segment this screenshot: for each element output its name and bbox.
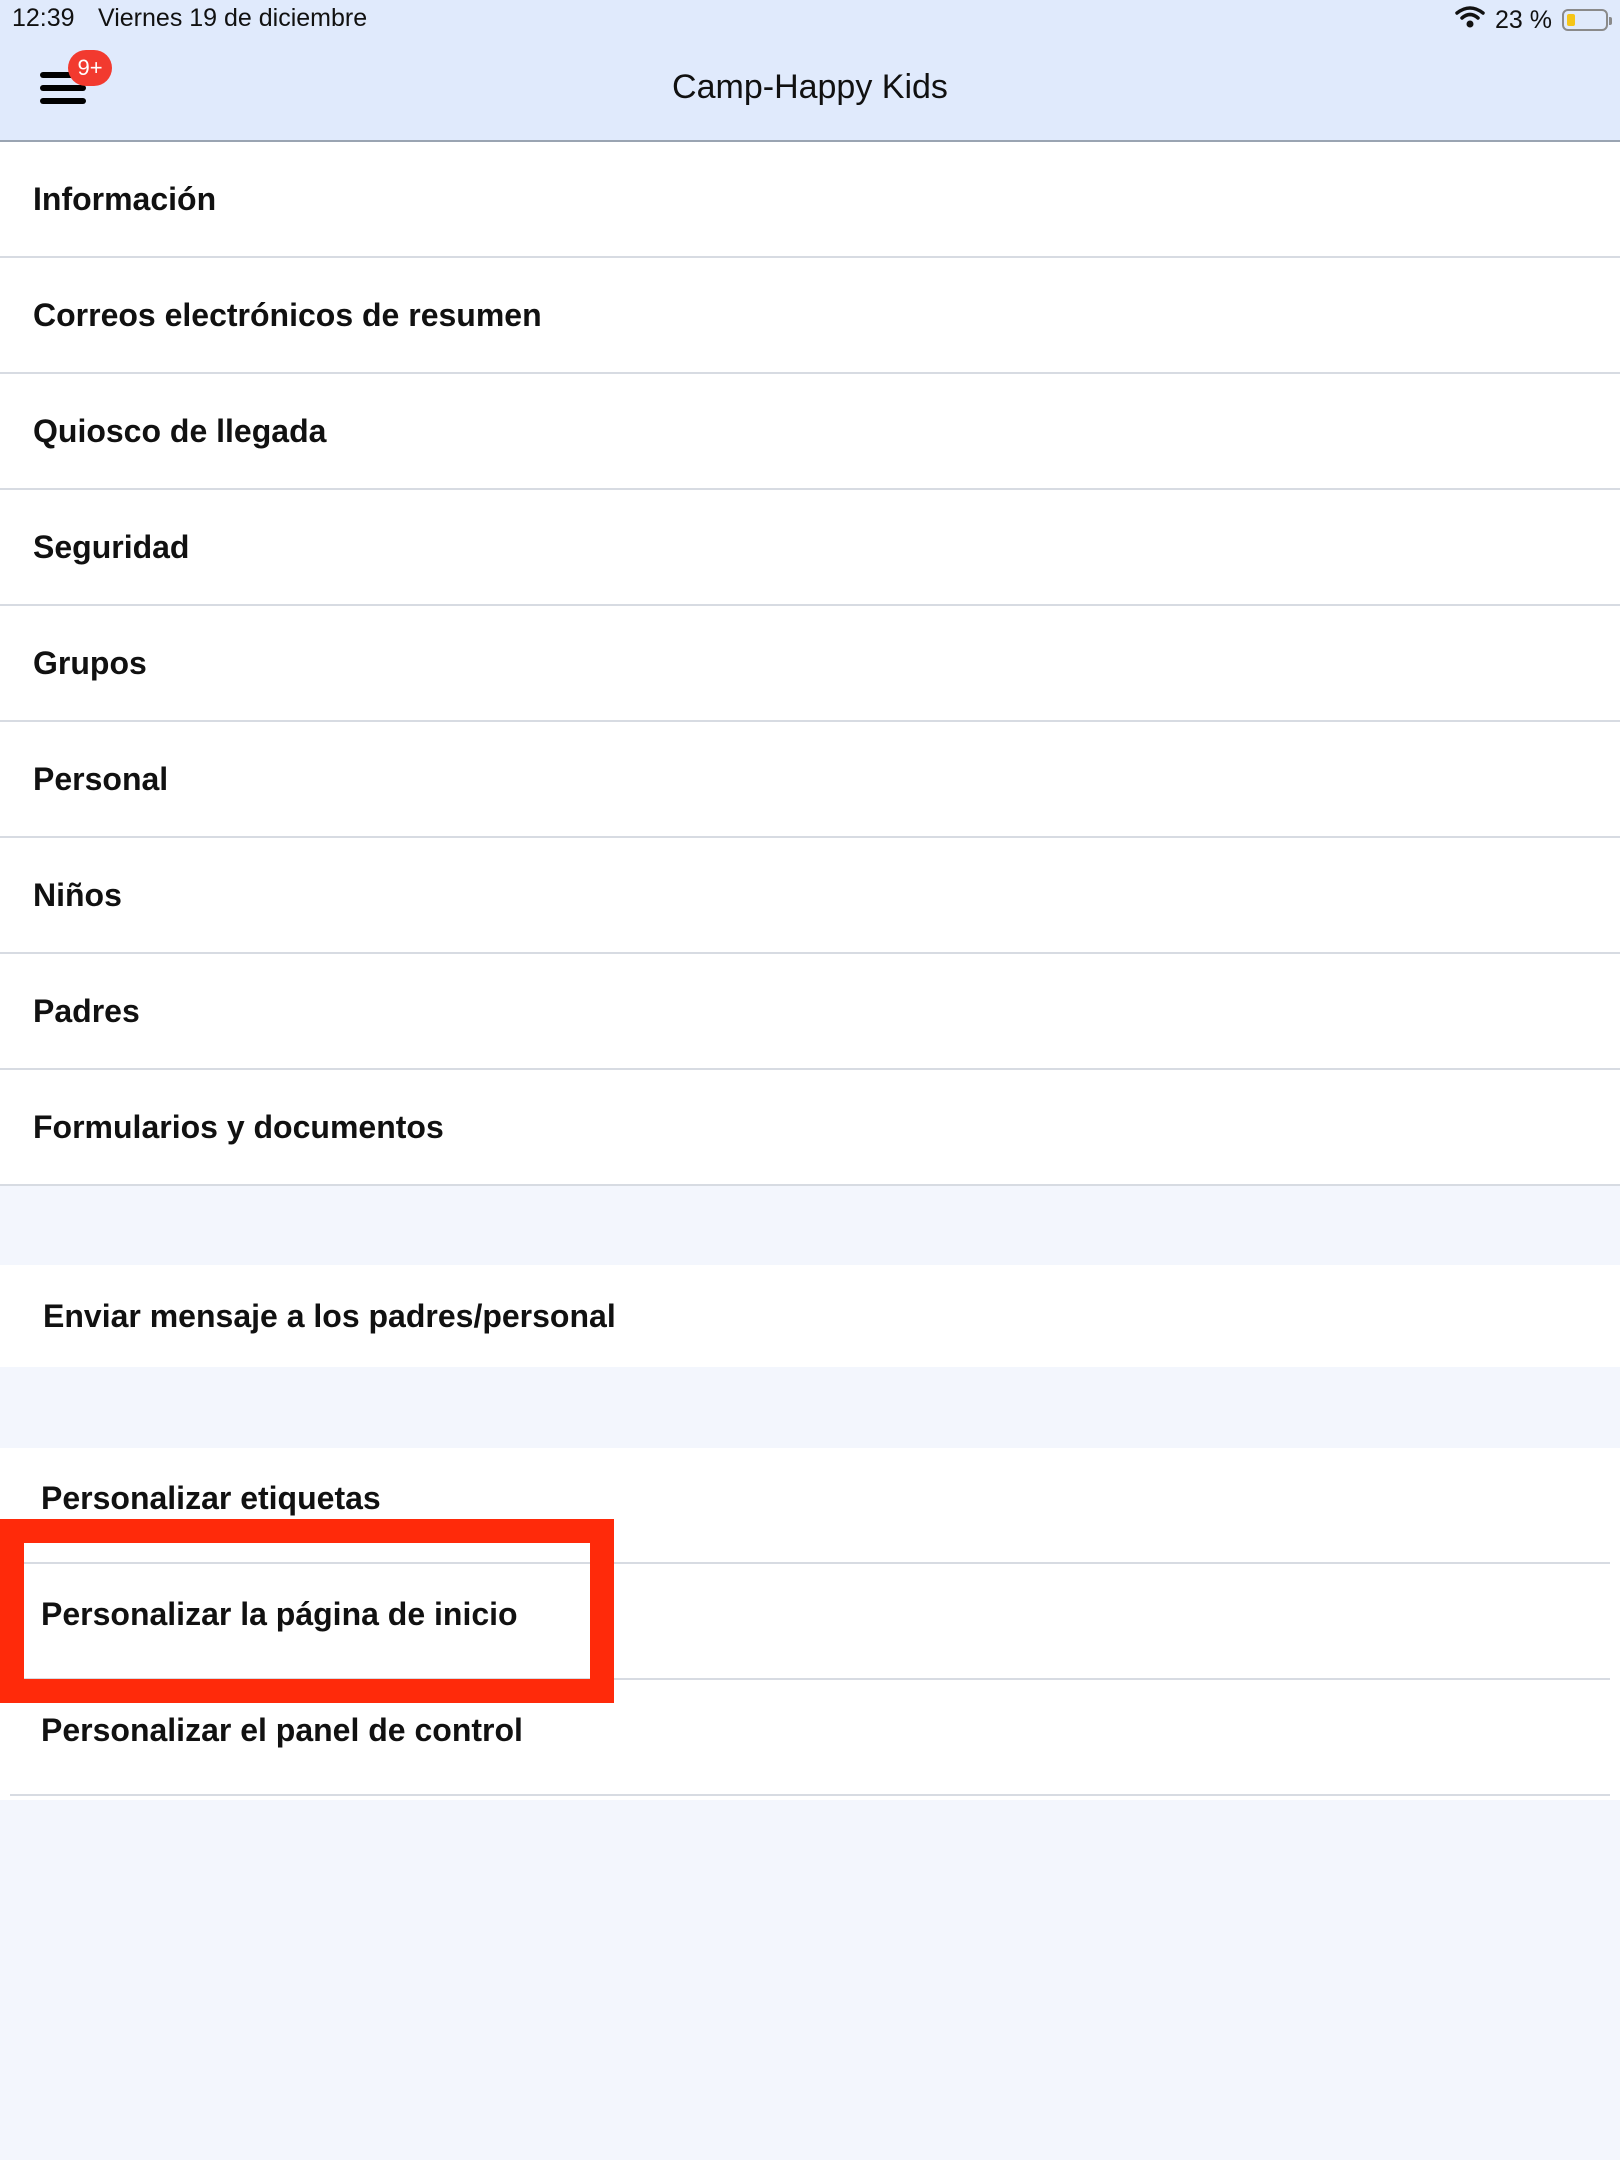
settings-item-seguridad[interactable]: Seguridad [0,490,1620,606]
settings-item-label: Grupos [33,645,147,681]
customize-list: Personalizar etiquetas Personalizar la p… [0,1448,1620,1800]
settings-item-informacion[interactable]: Información [0,142,1620,258]
wifi-icon [1455,5,1485,36]
customize-item-label: Personalizar la página de inicio [41,1596,518,1632]
customize-dashboard-item[interactable]: Personalizar el panel de control [10,1680,1610,1796]
settings-item-padres[interactable]: Padres [0,954,1620,1070]
settings-item-label: Personal [33,761,169,797]
customize-labels-item[interactable]: Personalizar etiquetas [10,1448,1610,1564]
send-message-label: Enviar mensaje a los padres/personal [43,1298,616,1334]
settings-item-correos-resumen[interactable]: Correos electrónicos de resumen [0,258,1620,374]
settings-item-ninos[interactable]: Niños [0,838,1620,954]
send-message-button[interactable]: Enviar mensaje a los padres/personal [0,1265,1620,1367]
customize-home-page-item[interactable]: Personalizar la página de inicio [10,1564,1610,1680]
battery-percent: 23 % [1495,5,1552,34]
settings-item-personal[interactable]: Personal [0,722,1620,838]
page-title: Camp-Happy Kids [672,68,948,106]
settings-list: Información Correos electrónicos de resu… [0,142,1620,1186]
customize-item-label: Personalizar el panel de control [41,1712,523,1748]
settings-item-label: Formularios y documentos [33,1109,444,1145]
settings-item-label: Seguridad [33,529,190,565]
top-bar: 12:39 Viernes 19 de diciembre 23 % 9+ Ca… [0,0,1620,142]
battery-icon [1562,9,1612,31]
settings-item-label: Niños [33,877,122,913]
settings-item-formularios[interactable]: Formularios y documentos [0,1070,1620,1186]
settings-item-label: Correos electrónicos de resumen [33,297,542,333]
settings-item-label: Padres [33,993,140,1029]
battery-fill [1567,14,1575,26]
customize-item-label: Personalizar etiquetas [41,1480,381,1516]
settings-item-quiosco[interactable]: Quiosco de llegada [0,374,1620,490]
send-message-section: Enviar mensaje a los padres/personal [0,1265,1620,1367]
settings-item-grupos[interactable]: Grupos [0,606,1620,722]
settings-item-label: Información [33,181,217,217]
status-indicators: 23 % [1455,4,1612,36]
settings-item-label: Quiosco de llegada [33,413,327,449]
status-date: Viernes 19 de diciembre [98,4,368,32]
status-time: 12:39 [12,4,75,32]
